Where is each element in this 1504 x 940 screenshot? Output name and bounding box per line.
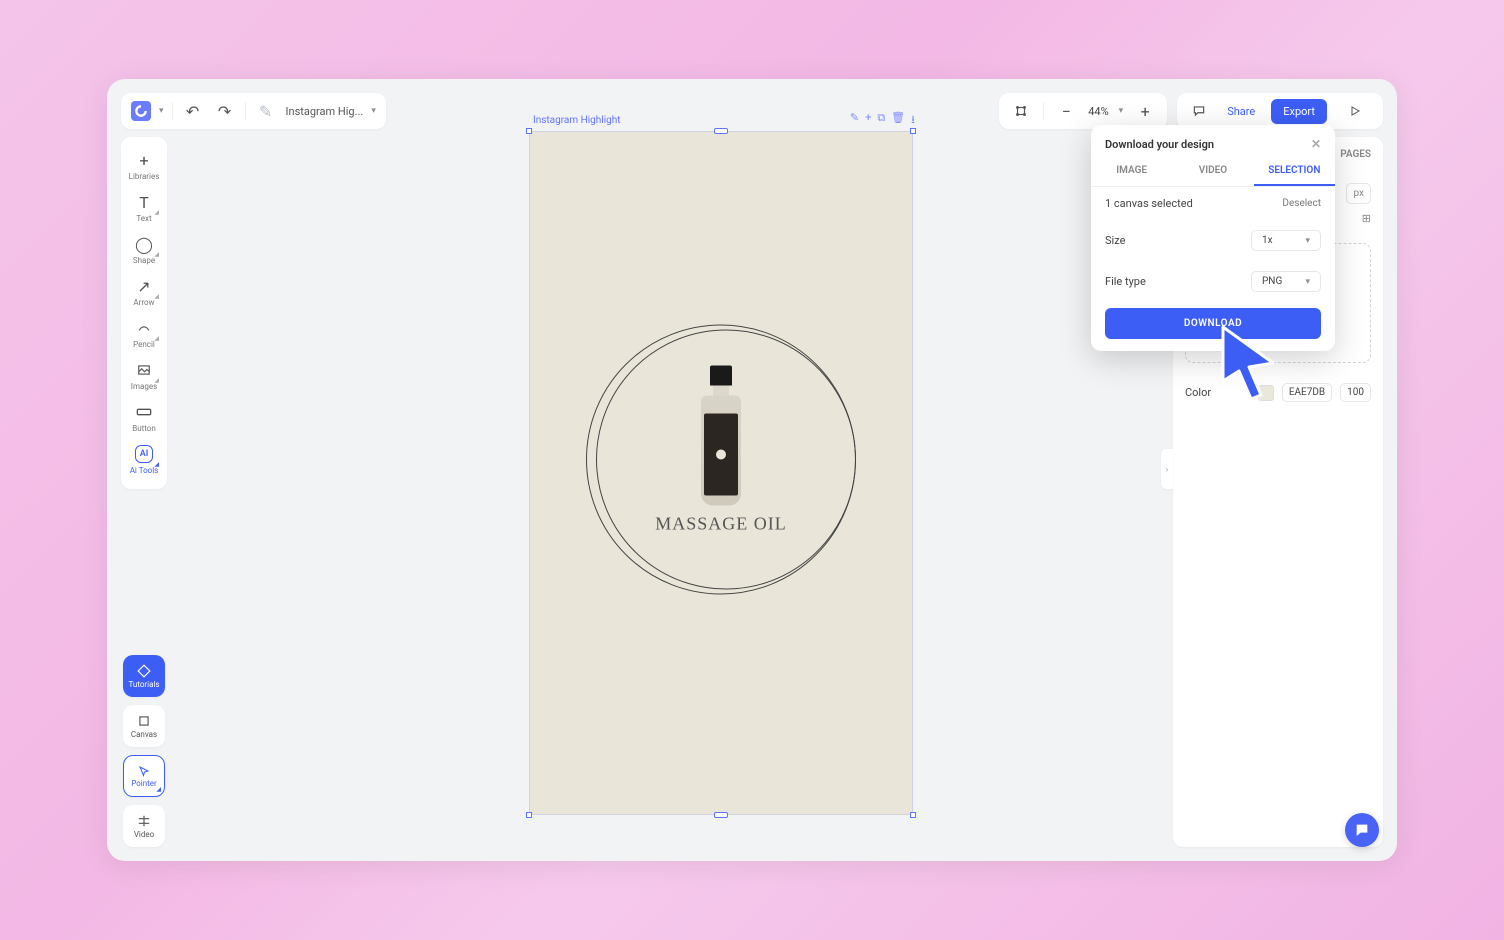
zoom-value[interactable]: 44% xyxy=(1088,105,1108,118)
trash-icon[interactable]: 🗑 xyxy=(891,111,905,130)
canvas-artwork: MASSAGE OIL xyxy=(586,325,856,595)
text-icon: T xyxy=(135,193,153,211)
right-panel-tabs: PAGES xyxy=(1328,137,1383,172)
color-swatch[interactable] xyxy=(1258,385,1274,401)
color-hex-input[interactable]: EAE7DB xyxy=(1282,383,1332,402)
edit-icon[interactable]: ✎ xyxy=(850,111,859,130)
arrow-icon: ↗ xyxy=(135,277,153,295)
ai-tools-tool[interactable]: AI Ai Tools ◢ xyxy=(121,439,167,481)
zoom-pill: − 44% ▾ + xyxy=(999,93,1167,129)
deselect-link[interactable]: Deselect xyxy=(1282,198,1321,209)
ai-icon: AI xyxy=(135,445,153,463)
color-row: Color EAE7DB 100 xyxy=(1173,373,1383,412)
canvas-header-icons: ✎ + ⧉ 🗑 ⭳ xyxy=(850,111,915,130)
redo-button[interactable]: ↷ xyxy=(213,99,237,123)
canvas-button[interactable]: Canvas xyxy=(123,705,165,747)
filetype-select[interactable]: PNG ▾ xyxy=(1251,271,1321,292)
arrow-tool[interactable]: ↗ Arrow ◢ xyxy=(121,271,167,313)
popover-tabs: IMAGE VIDEO SELECTION xyxy=(1091,157,1335,187)
pencil-icon xyxy=(135,319,153,337)
unit-select[interactable]: px xyxy=(1346,183,1371,204)
images-tool[interactable]: Images ◢ xyxy=(121,355,167,397)
share-button[interactable]: Share xyxy=(1221,101,1261,122)
pencil-tool[interactable]: Pencil ◢ xyxy=(121,313,167,355)
top-right-cluster: − 44% ▾ + Share Export xyxy=(999,93,1383,129)
undo-button[interactable]: ↶ xyxy=(181,99,205,123)
button-tool[interactable]: Button xyxy=(121,397,167,439)
download-popover: Download your design ✕ IMAGE VIDEO SELEC… xyxy=(1091,125,1335,351)
download-icon[interactable]: ⭳ xyxy=(911,111,915,130)
copy-icon[interactable]: ⧉ xyxy=(877,111,885,130)
close-icon[interactable]: ✕ xyxy=(1311,137,1321,151)
popover-title: Download your design xyxy=(1105,138,1214,151)
libraries-tool[interactable]: + Libraries xyxy=(121,145,167,187)
add-icon[interactable]: + xyxy=(865,111,871,130)
image-icon xyxy=(135,361,153,379)
grid-icon[interactable]: ⊞ xyxy=(1362,212,1371,225)
app-logo[interactable] xyxy=(131,101,151,121)
left-toolbar: + Libraries T Text ◢ ◯ Shape ◢ ↗ Arrow ◢… xyxy=(121,137,167,489)
zoom-out-button[interactable]: − xyxy=(1054,99,1078,123)
doc-icon: ✎ xyxy=(254,99,278,123)
chevron-down-icon: ▾ xyxy=(1305,277,1310,287)
selection-handle[interactable] xyxy=(910,128,916,134)
tab-selection[interactable]: SELECTION xyxy=(1254,157,1335,186)
color-alpha-input[interactable]: 100 xyxy=(1340,383,1371,402)
button-icon xyxy=(135,403,153,421)
selection-handle[interactable] xyxy=(910,812,916,818)
crop-icon[interactable] xyxy=(1009,99,1033,123)
export-button[interactable]: Export xyxy=(1271,99,1327,124)
size-select[interactable]: 1x ▾ xyxy=(1251,230,1321,251)
selection-handle[interactable] xyxy=(526,128,532,134)
text-tool[interactable]: T Text ◢ xyxy=(121,187,167,229)
selection-handle[interactable] xyxy=(526,812,532,818)
pointer-button[interactable]: Pointer ◢ xyxy=(123,755,165,797)
zoom-in-button[interactable]: + xyxy=(1133,99,1157,123)
comment-icon[interactable] xyxy=(1187,99,1211,123)
selection-handle[interactable] xyxy=(714,812,728,818)
zoom-chevron-icon[interactable]: ▾ xyxy=(1119,106,1124,116)
selection-status: 1 canvas selected xyxy=(1105,197,1193,210)
design-canvas[interactable]: MASSAGE OIL xyxy=(529,131,913,815)
panel-collapse-tab[interactable]: › xyxy=(1161,449,1173,489)
play-button[interactable] xyxy=(1337,105,1373,117)
share-export-pill: Share Export xyxy=(1177,93,1383,129)
app-frame: ▾ ↶ ↷ ✎ Instagram Hig... ▾ − 44% ▾ + Sha… xyxy=(107,79,1397,861)
top-left-toolbar: ▾ ↶ ↷ ✎ Instagram Hig... ▾ xyxy=(121,93,386,129)
color-label: Color xyxy=(1185,386,1211,399)
shape-tool[interactable]: ◯ Shape ◢ xyxy=(121,229,167,271)
tab-pages[interactable]: PAGES xyxy=(1328,137,1383,172)
left-bottom-bar: Tutorials Canvas Pointer ◢ Video xyxy=(121,655,167,847)
chat-widget-button[interactable] xyxy=(1345,813,1379,847)
tutorials-button[interactable]: Tutorials xyxy=(123,655,165,697)
canvas-container: Instagram Highlight ✎ + ⧉ 🗑 ⭳ xyxy=(529,109,919,815)
chevron-down-icon: ▾ xyxy=(1305,236,1310,246)
download-button[interactable]: DOWNLOAD xyxy=(1105,308,1321,339)
document-name[interactable]: Instagram Hig... xyxy=(286,105,364,118)
chevron-down-icon[interactable]: ▾ xyxy=(159,106,164,116)
doc-chevron-icon[interactable]: ▾ xyxy=(371,106,376,116)
size-label: Size xyxy=(1105,234,1125,247)
plus-icon: + xyxy=(135,151,153,169)
bottle-image xyxy=(700,365,742,505)
selection-handle[interactable] xyxy=(714,128,728,134)
canvas-title[interactable]: Instagram Highlight xyxy=(533,115,621,126)
circle-icon: ◯ xyxy=(135,235,153,253)
filetype-label: File type xyxy=(1105,275,1146,288)
tab-image[interactable]: IMAGE xyxy=(1091,157,1172,186)
video-button[interactable]: Video xyxy=(123,805,165,847)
tab-video[interactable]: VIDEO xyxy=(1172,157,1253,186)
